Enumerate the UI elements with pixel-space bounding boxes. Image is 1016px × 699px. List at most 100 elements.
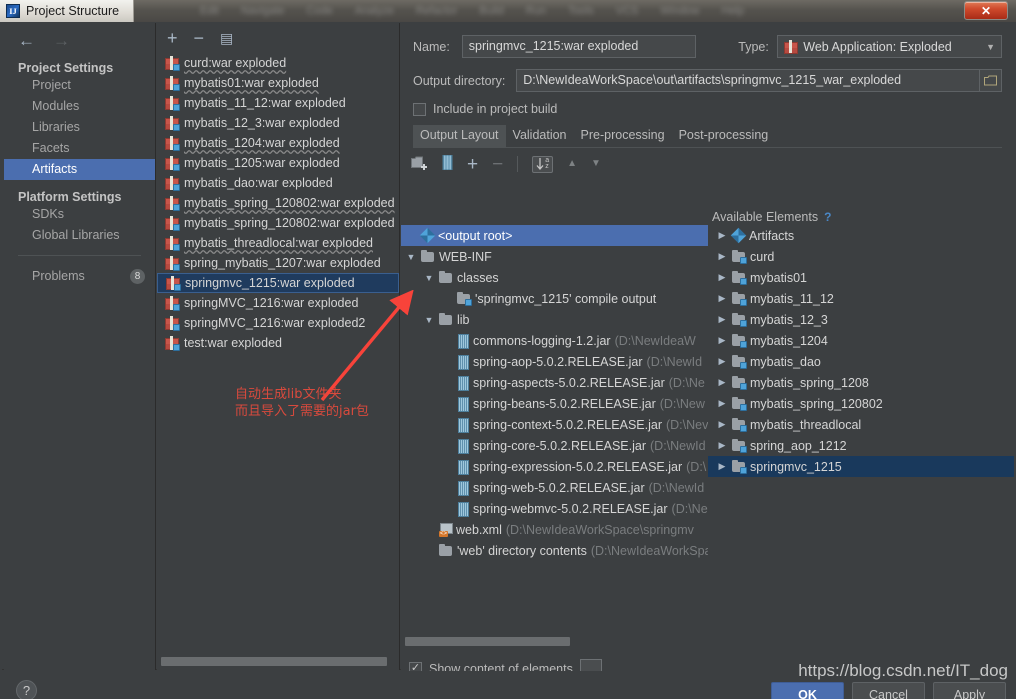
chevron-right-icon[interactable]: ▶ xyxy=(716,293,728,304)
output-tree-row[interactable]: spring-context-5.0.2.RELEASE.jar (D:\Nev xyxy=(401,414,708,435)
available-element-row[interactable]: ▶ mybatis_threadlocal xyxy=(708,414,1014,435)
output-tree-row[interactable]: ▼ classes xyxy=(401,267,708,288)
output-directory-input[interactable]: D:\NewIdeaWorkSpace\out\artifacts\spring… xyxy=(516,69,981,92)
add-artifact-button[interactable]: + xyxy=(167,29,178,47)
chevron-right-icon[interactable]: ▶ xyxy=(716,440,728,451)
sort-button[interactable]: az xyxy=(532,155,554,173)
sidebar-item-sdks[interactable]: SDKs xyxy=(4,204,155,225)
sidebar-item-modules[interactable]: Modules xyxy=(4,96,155,117)
output-tree-row[interactable]: spring-aspects-5.0.2.RELEASE.jar (D:\Ne xyxy=(401,372,708,393)
help-button[interactable]: ? xyxy=(16,680,37,699)
chevron-right-icon[interactable]: ▶ xyxy=(716,314,728,325)
add-element-button[interactable]: + xyxy=(467,155,478,174)
artifact-list-item[interactable]: test:war exploded xyxy=(157,333,399,353)
artifacts-horizontal-scrollbar[interactable] xyxy=(161,657,387,666)
chevron-right-icon[interactable]: ▶ xyxy=(716,272,728,283)
output-tree-row[interactable]: spring-beans-5.0.2.RELEASE.jar (D:\New xyxy=(401,393,708,414)
remove-element-button[interactable]: − xyxy=(492,155,503,174)
artifact-list-item[interactable]: mybatis_1205:war exploded xyxy=(157,153,399,173)
available-element-row[interactable]: ▶ springmvc_1215 xyxy=(708,456,1014,477)
output-tree-row[interactable]: 'springmvc_1215' compile output xyxy=(401,288,708,309)
chevron-down-icon[interactable]: ▼ xyxy=(423,273,435,283)
artifact-list-item[interactable]: mybatis01:war exploded xyxy=(157,73,399,93)
browse-folder-button[interactable] xyxy=(980,69,1002,92)
available-elements-tree[interactable]: ▶ Artifacts ▶ curd ▶ mybatis01 ▶ mybatis_11_12 ▶… xyxy=(708,225,1014,477)
sidebar-item-artifacts[interactable]: Artifacts xyxy=(4,159,155,180)
sidebar-item-facets[interactable]: Facets xyxy=(4,138,155,159)
available-element-row[interactable]: ▶ mybatis_12_3 xyxy=(708,309,1014,330)
output-layout-tree[interactable]: <output root> ▼ WEB-INF ▼ classes 'springmvc_… xyxy=(401,225,708,635)
tab-post-processing[interactable]: Post-processing xyxy=(671,125,776,147)
chevron-right-icon[interactable]: ▶ xyxy=(716,335,728,346)
chevron-right-icon[interactable]: ▶ xyxy=(716,461,728,472)
available-element-row[interactable]: ▶ Artifacts xyxy=(708,225,1014,246)
available-element-row[interactable]: ▶ mybatis_spring_120802 xyxy=(708,393,1014,414)
apply-button[interactable]: Apply xyxy=(933,682,1006,699)
artifact-list-item[interactable]: mybatis_threadlocal:war exploded xyxy=(157,233,399,253)
move-up-button[interactable]: ▲ xyxy=(567,159,577,169)
artifact-name-input[interactable]: springmvc_1215:war exploded xyxy=(461,35,697,58)
artifact-list-item[interactable]: springmvc_1215:war exploded xyxy=(157,273,399,293)
available-element-row[interactable]: ▶ mybatis_1204 xyxy=(708,330,1014,351)
output-tree-row[interactable]: ▼ lib xyxy=(401,309,708,330)
sidebar-item-libraries[interactable]: Libraries xyxy=(4,117,155,138)
artifact-list-item[interactable]: curd:war exploded xyxy=(157,53,399,73)
chevron-right-icon[interactable]: ▶ xyxy=(716,356,728,367)
chevron-down-icon[interactable]: ▼ xyxy=(423,315,435,325)
output-tree-row[interactable]: spring-expression-5.0.2.RELEASE.jar (D:\ xyxy=(401,456,708,477)
artifact-list-item[interactable]: spring_mybatis_1207:war exploded xyxy=(157,253,399,273)
artifact-list-item[interactable]: mybatis_spring_120802:war exploded xyxy=(157,213,399,233)
sidebar-item-problems[interactable]: Problems 8 xyxy=(4,266,155,287)
forward-arrow-icon[interactable]: → xyxy=(53,32,70,49)
available-element-row[interactable]: ▶ curd xyxy=(708,246,1014,267)
artifacts-list[interactable]: curd:war exploded mybatis01:war exploded m… xyxy=(157,53,399,648)
artifact-list-item[interactable]: mybatis_12_3:war exploded xyxy=(157,113,399,133)
chevron-right-icon[interactable]: ▶ xyxy=(716,230,728,241)
artifact-list-item[interactable]: mybatis_spring_120802:war exploded xyxy=(157,193,399,213)
tab-pre-processing[interactable]: Pre-processing xyxy=(573,125,672,147)
artifact-type-select[interactable]: Web Application: Exploded ▼ xyxy=(777,35,1002,58)
artifact-list-item[interactable]: mybatis_1204:war exploded xyxy=(157,133,399,153)
add-archive-button[interactable] xyxy=(442,155,453,173)
move-down-button[interactable]: ▼ xyxy=(591,159,601,169)
ok-button[interactable]: OK xyxy=(771,682,844,699)
output-tree-row[interactable]: <output root> xyxy=(401,225,708,246)
help-icon[interactable]: ? xyxy=(824,211,836,223)
include-in-project-build-checkbox[interactable] xyxy=(413,102,426,116)
artifact-list-item[interactable]: mybatis_11_12:war exploded xyxy=(157,93,399,113)
output-tree-row[interactable]: web.xml (D:\NewIdeaWorkSpace\springmv xyxy=(401,519,708,540)
output-tree-row[interactable]: spring-webmvc-5.0.2.RELEASE.jar (D:\Ne xyxy=(401,498,708,519)
artifact-list-item[interactable]: mybatis_dao:war exploded xyxy=(157,173,399,193)
output-tree-horizontal-scrollbar[interactable] xyxy=(405,637,570,646)
sidebar-item-project[interactable]: Project xyxy=(4,75,155,96)
available-element-row[interactable]: ▶ spring_aop_1212 xyxy=(708,435,1014,456)
tab-output-layout[interactable]: Output Layout xyxy=(413,125,506,147)
chevron-down-icon[interactable]: ▼ xyxy=(405,252,417,262)
available-element-row[interactable]: ▶ mybatis01 xyxy=(708,267,1014,288)
chevron-right-icon[interactable]: ▶ xyxy=(716,398,728,409)
output-tree-row[interactable]: commons-logging-1.2.jar (D:\NewIdeaW xyxy=(401,330,708,351)
sidebar-item-global-libraries[interactable]: Global Libraries xyxy=(4,225,155,246)
remove-artifact-button[interactable]: − xyxy=(194,29,205,47)
available-element-row[interactable]: ▶ mybatis_dao xyxy=(708,351,1014,372)
close-window-button[interactable]: ✕ xyxy=(964,1,1008,20)
add-directory-button[interactable] xyxy=(411,156,428,173)
tab-validation[interactable]: Validation xyxy=(505,125,574,147)
cancel-button[interactable]: Cancel xyxy=(852,682,925,699)
chevron-right-icon[interactable]: ▶ xyxy=(716,251,728,262)
chevron-right-icon[interactable]: ▶ xyxy=(716,377,728,388)
available-element-row[interactable]: ▶ mybatis_spring_1208 xyxy=(708,372,1014,393)
output-tree-row[interactable]: spring-aop-5.0.2.RELEASE.jar (D:\NewId xyxy=(401,351,708,372)
chevron-right-icon[interactable]: ▶ xyxy=(716,419,728,430)
artifact-list-item[interactable]: springMVC_1216:war exploded2 xyxy=(157,313,399,333)
output-tree-row[interactable]: spring-web-5.0.2.RELEASE.jar (D:\NewId xyxy=(401,477,708,498)
output-tree-row[interactable]: ▼ WEB-INF xyxy=(401,246,708,267)
artifact-list-item[interactable]: springMVC_1216:war exploded xyxy=(157,293,399,313)
back-arrow-icon[interactable]: ← xyxy=(18,32,35,49)
copy-artifact-button[interactable]: ▤ xyxy=(220,31,233,45)
output-tree-row[interactable]: spring-core-5.0.2.RELEASE.jar (D:\NewId xyxy=(401,435,708,456)
include-in-build-row[interactable]: Include in project build xyxy=(401,102,1014,116)
artifact-type-value: Web Application: Exploded xyxy=(803,39,952,54)
available-element-row[interactable]: ▶ mybatis_11_12 xyxy=(708,288,1014,309)
output-tree-row[interactable]: 'web' directory contents (D:\NewIdeaWork… xyxy=(401,540,708,561)
